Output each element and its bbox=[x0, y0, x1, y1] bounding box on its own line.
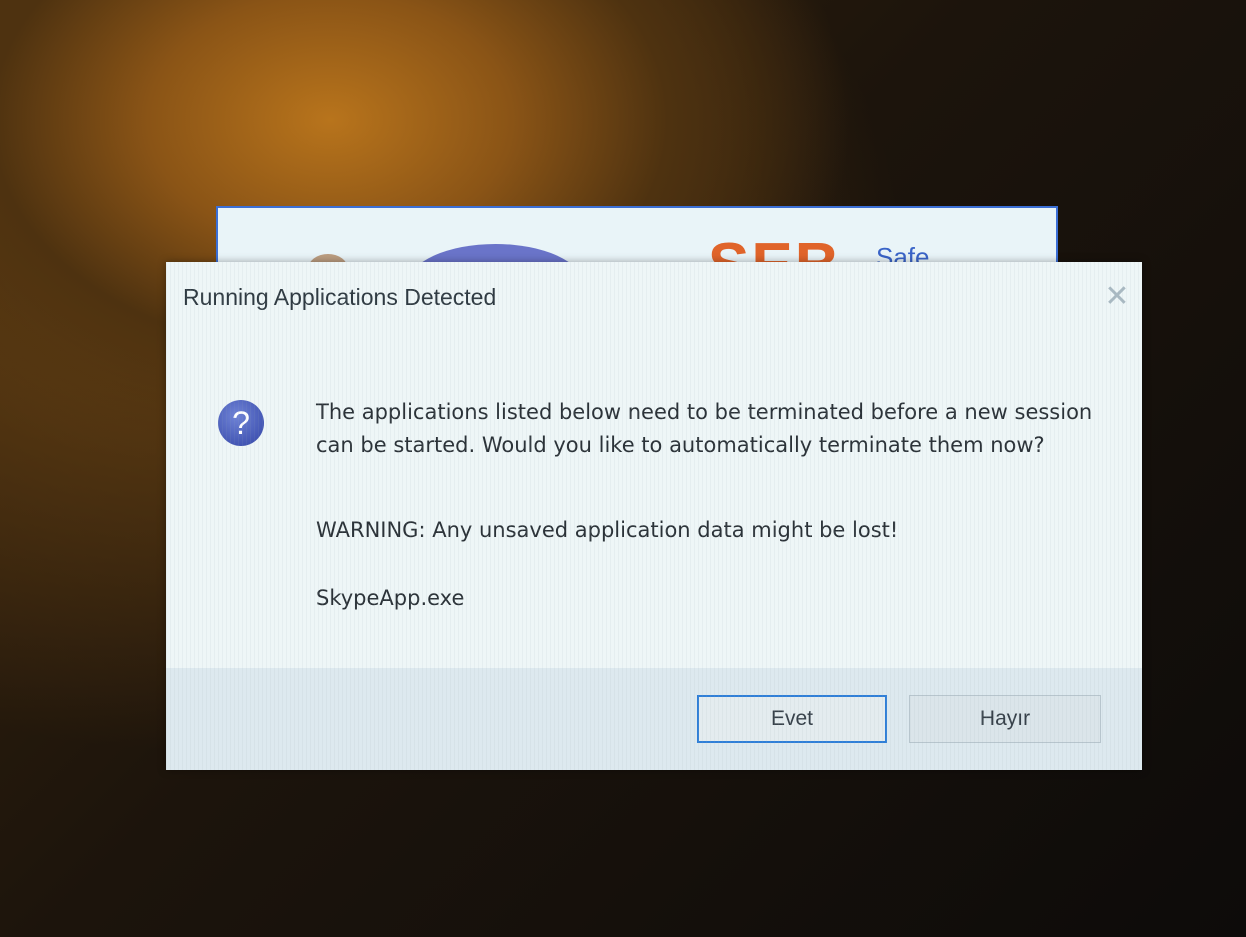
question-icon: ? bbox=[218, 400, 264, 446]
no-button[interactable]: Hayır bbox=[909, 695, 1101, 743]
close-icon[interactable]: ✕ bbox=[1102, 282, 1132, 312]
monitor-screen: SEB Safe Running Applications Detected ✕… bbox=[0, 0, 1246, 937]
dialog-title: Running Applications Detected bbox=[183, 284, 497, 310]
yes-button[interactable]: Evet bbox=[697, 695, 887, 743]
dialog-message: The applications listed below need to be… bbox=[316, 400, 1093, 457]
running-applications-dialog: Running Applications Detected ✕ ? The ap… bbox=[166, 262, 1142, 770]
application-list-item: SkypeApp.exe bbox=[316, 586, 465, 610]
dialog-button-bar: Evet Hayır bbox=[166, 668, 1142, 770]
warning-text: WARNING: Any unsaved application data mi… bbox=[316, 518, 899, 542]
